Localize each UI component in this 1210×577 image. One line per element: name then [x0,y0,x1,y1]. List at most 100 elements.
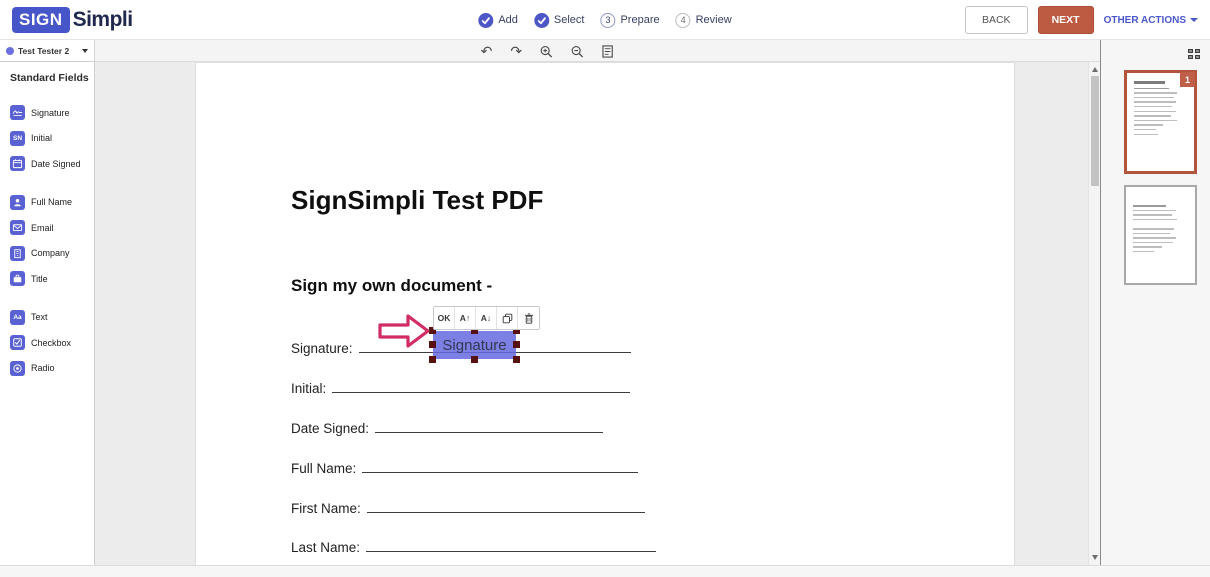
step-add-label: Add [498,14,518,26]
sidebar-item-label: Email [31,223,54,233]
sidebar-item-label: Full Name [31,197,72,207]
scrollbar-thumb[interactable] [1091,76,1099,186]
fields-sidebar: Standard Fields Signature SN Initial Dat… [0,62,95,565]
undo-icon[interactable]: ↶ [481,44,493,58]
sidebar-item-date-signed[interactable]: Date Signed [10,151,94,177]
sidebar-item-label: Company [31,248,70,258]
step-add[interactable]: Add [478,13,518,28]
signature-icon [10,105,25,120]
step-review[interactable]: 4 Review [676,13,732,28]
pdf-row-initial: Initial: [291,379,630,396]
signsimpli-app: SIGN Simpli Add Select 3 Prepare 4 [0,0,1210,577]
header: SIGN Simpli Add Select 3 Prepare 4 [0,0,1210,40]
chevron-down-icon [82,49,88,53]
page-number-badge: 1 [1180,72,1195,87]
sidebar-item-checkbox[interactable]: Checkbox [10,330,94,356]
pdf-heading: Sign my own document - [291,276,492,296]
sidebar-item-initial[interactable]: SN Initial [10,126,94,152]
logo-simpli-text: Simpli [73,8,133,32]
initial-blank-line [332,379,630,393]
text-icon: Aa [10,310,25,325]
sidebar-title: Standard Fields [10,72,94,84]
sidebar-item-label: Title [31,274,48,284]
identity-field-group: Full Name Email Company Title [10,190,94,292]
recipient-dropdown[interactable]: Test Tester 2 [0,40,95,62]
doc-tools: ↶ ↷ [481,40,614,62]
horizontal-scrollbar[interactable] [0,565,1210,577]
pdf-title: SignSimpli Test PDF [291,185,543,216]
last-name-blank-line [366,538,656,552]
title-icon [10,271,25,286]
font-increase-button[interactable]: A↑ [455,307,476,329]
sidebar-item-label: Signature [31,108,70,118]
date-signed-icon [10,156,25,171]
zoom-in-icon[interactable] [540,45,553,58]
sidebar-item-signature[interactable]: Signature [10,100,94,126]
sidebar-item-label: Initial [31,133,52,143]
page-thumbnails-panel: 1 [1100,38,1210,565]
step-select-label: Select [554,14,585,26]
sidebar-item-label: Date Signed [31,159,81,169]
sidebar-item-email[interactable]: Email [10,215,94,241]
annotation-arrow-icon [376,311,432,356]
check-icon [534,13,549,28]
sidebar-item-label: Text [31,312,48,322]
duplicate-field-button[interactable] [497,307,518,329]
step-prepare[interactable]: 3 Prepare [600,13,659,28]
sidebar-item-radio[interactable]: Radio [10,356,94,382]
pdf-row-full-name: Full Name: [291,459,638,476]
sidebar-item-label: Checkbox [31,338,71,348]
document-canvas: SignSimpli Test PDF Sign my own document… [95,62,1100,565]
other-actions-label: OTHER ACTIONS [1104,15,1186,26]
resize-handle[interactable] [471,356,478,363]
step-select[interactable]: Select [534,13,585,28]
redo-icon[interactable]: ↷ [510,44,522,58]
date-signed-blank-line [375,419,603,433]
document-scrollbar[interactable] [1088,62,1100,565]
logo-sign-badge: SIGN [12,7,70,33]
grid-view-icon[interactable] [1188,49,1201,60]
other-actions-dropdown[interactable]: OTHER ACTIONS [1104,15,1198,26]
initial-icon: SN [10,131,25,146]
sidebar-item-title[interactable]: Title [10,266,94,292]
step-prepare-label: Prepare [620,14,659,26]
thumbnail-preview [1126,187,1195,252]
pdf-row-last-name: Last Name: [291,538,656,555]
delete-field-button[interactable] [518,307,539,329]
trash-icon [524,313,534,324]
sidebar-item-company[interactable]: Company [10,241,94,267]
first-name-blank-line [367,499,645,513]
page-thumbnail-2[interactable] [1124,185,1197,285]
recipient-color-dot [6,47,14,55]
check-icon [478,13,493,28]
page-layout-icon[interactable] [602,45,614,58]
step-number-badge: 4 [676,13,691,28]
field-ok-button[interactable]: OK [434,307,455,329]
radio-icon [10,361,25,376]
sidebar-item-full-name[interactable]: Full Name [10,190,94,216]
font-decrease-button[interactable]: A↓ [476,307,497,329]
pdf-row-first-name: First Name: [291,499,645,516]
sidebar-item-text[interactable]: Aa Text [10,305,94,331]
placed-field-label: Signature [442,337,506,354]
scroll-up-arrow-icon[interactable] [1092,67,1098,72]
zoom-out-icon[interactable] [571,45,584,58]
scroll-down-arrow-icon[interactable] [1092,555,1098,560]
next-button[interactable]: NEXT [1038,6,1094,34]
copy-icon [502,313,513,324]
resize-handle[interactable] [513,341,520,348]
chevron-down-icon [1190,18,1198,22]
resize-handle[interactable] [513,356,520,363]
signsimpli-logo[interactable]: SIGN Simpli [12,7,133,33]
signature-field-group: Signature SN Initial Date Signed [10,100,94,177]
step-review-label: Review [696,14,732,26]
page-thumbnail-1[interactable]: 1 [1124,70,1197,174]
back-button[interactable]: BACK [965,6,1028,34]
input-field-group: Aa Text Checkbox Radio [10,305,94,382]
resize-handle[interactable] [429,356,436,363]
pdf-row-date-signed: Date Signed: [291,419,603,436]
placed-signature-field[interactable]: Signature [433,331,516,359]
progress-steps: Add Select 3 Prepare 4 Review [478,0,731,40]
step-number-badge: 3 [600,13,615,28]
recipient-name: Test Tester 2 [18,46,82,56]
